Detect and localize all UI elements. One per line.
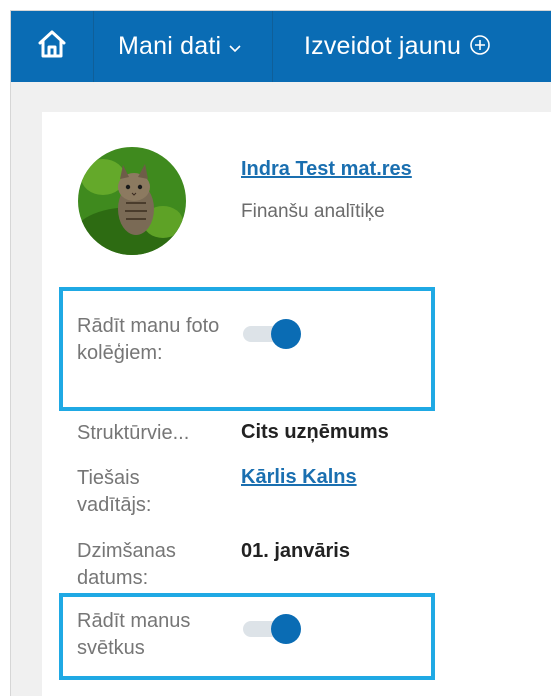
department-label: Struktūrvie...	[77, 422, 190, 444]
birthday-value: 01. janvāris	[241, 540, 350, 562]
app-frame: Mani dati Izveidot jaunu Indra Test mat.…	[10, 10, 551, 696]
create-new-menu[interactable]: Izveidot jaunu	[274, 11, 551, 82]
toggle-knob	[271, 319, 301, 349]
manager-label: Tiešais vadītājs:	[77, 467, 152, 516]
top-navigation-bar: Mani dati Izveidot jaunu	[11, 11, 551, 82]
profile-role: Finanšu analītiķe	[241, 201, 385, 222]
home-button[interactable]	[11, 11, 94, 82]
manager-link[interactable]: Kārlis Kalns	[241, 466, 357, 489]
my-data-label: Mani dati	[118, 32, 222, 60]
profile-name-link[interactable]: Indra Test mat.res	[241, 158, 412, 181]
chevron-down-icon	[229, 40, 241, 58]
create-new-label: Izveidot jaunu	[304, 32, 462, 60]
show-photo-toggle[interactable]	[243, 317, 303, 351]
avatar	[78, 147, 186, 255]
home-icon	[35, 27, 69, 66]
toggle-knob	[271, 614, 301, 644]
plus-circle-icon	[469, 34, 491, 61]
birthday-label: Dzimšanas datums:	[77, 540, 176, 589]
show-celebrations-label: Rādīt manus svētkus	[77, 610, 191, 659]
my-data-menu[interactable]: Mani dati	[94, 11, 273, 82]
department-value: Cits uzņēmums	[241, 421, 389, 443]
show-celebrations-toggle[interactable]	[243, 612, 303, 646]
show-photo-label: Rādīt manu foto kolēģiem:	[77, 315, 220, 364]
